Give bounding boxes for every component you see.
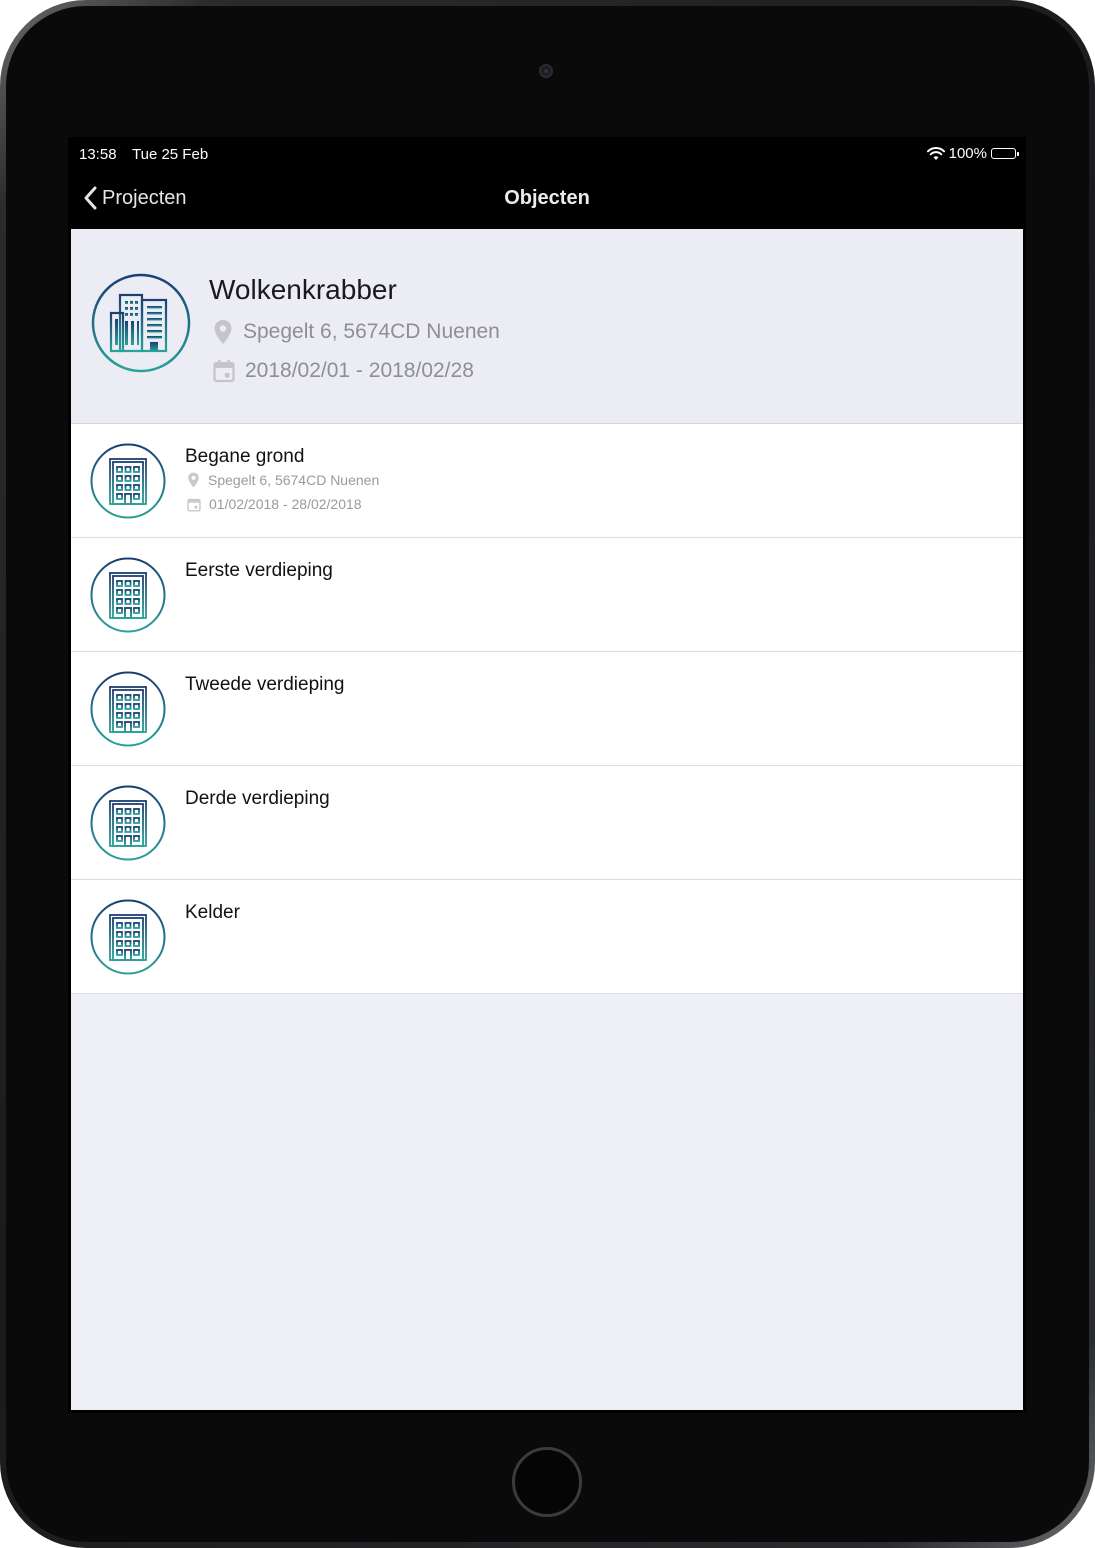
office-building-icon (90, 785, 166, 861)
object-dates-text: 01/02/2018 - 28/02/2018 (209, 496, 362, 512)
object-name: Begane grond (185, 446, 305, 467)
object-name: Eerste verdieping (185, 560, 333, 581)
object-row-begane-grond[interactable]: Begane grond Spegelt 6, 5674CD Nuenen 01… (71, 424, 1023, 538)
project-header: Wolkenkrabber Spegelt 6, 5674CD Nuenen 2… (71, 229, 1023, 424)
calendar-icon (187, 498, 201, 511)
project-dates-text: 2018/02/01 - 2018/02/28 (245, 359, 474, 382)
office-building-icon (90, 557, 166, 633)
object-dates: 01/02/2018 - 28/02/2018 (187, 496, 362, 512)
content-area: Wolkenkrabber Spegelt 6, 5674CD Nuenen 2… (71, 229, 1023, 1410)
project-address-text: Spegelt 6, 5674CD Nuenen (243, 320, 500, 343)
calendar-icon (213, 360, 235, 383)
object-row-derde-verdieping[interactable]: Derde verdieping (71, 766, 1023, 880)
page-title: Objecten (504, 187, 590, 209)
ipad-frame: 13:58 Tue 25 Feb 100% Projecten Objecten (0, 0, 1095, 1548)
status-bar: 13:58 Tue 25 Feb 100% (68, 137, 1026, 171)
office-building-icon (90, 899, 166, 975)
project-dates: 2018/02/01 - 2018/02/28 (213, 359, 474, 383)
project-name: Wolkenkrabber (209, 274, 397, 305)
objects-list: Begane grond Spegelt 6, 5674CD Nuenen 01… (71, 424, 1023, 994)
status-indicators: 100% (926, 145, 1019, 162)
object-row-kelder[interactable]: Kelder (71, 880, 1023, 994)
screen: 13:58 Tue 25 Feb 100% Projecten Objecten (68, 137, 1026, 1413)
navigation-bar: Projecten Objecten (68, 171, 1026, 229)
office-building-icon (90, 443, 166, 519)
project-address: Spegelt 6, 5674CD Nuenen (213, 319, 500, 345)
object-row-tweede-verdieping[interactable]: Tweede verdieping (71, 652, 1023, 766)
object-address-text: Spegelt 6, 5674CD Nuenen (208, 472, 380, 488)
object-row-eerste-verdieping[interactable]: Eerste verdieping (71, 538, 1023, 652)
object-name: Kelder (185, 902, 240, 923)
wifi-icon (926, 146, 945, 160)
location-pin-icon (188, 472, 199, 488)
status-date: Tue 25 Feb (132, 146, 209, 163)
location-pin-icon (214, 320, 232, 344)
office-building-icon (90, 671, 166, 747)
object-name: Tweede verdieping (185, 674, 345, 695)
object-name: Derde verdieping (185, 788, 330, 809)
battery-percentage: 100% (948, 145, 987, 162)
office-buildings-icon (91, 273, 191, 373)
home-button[interactable] (512, 1447, 582, 1517)
front-camera (539, 64, 553, 78)
battery-icon (991, 148, 1019, 159)
object-address: Spegelt 6, 5674CD Nuenen (187, 472, 379, 488)
status-time: 13:58 (79, 146, 117, 163)
